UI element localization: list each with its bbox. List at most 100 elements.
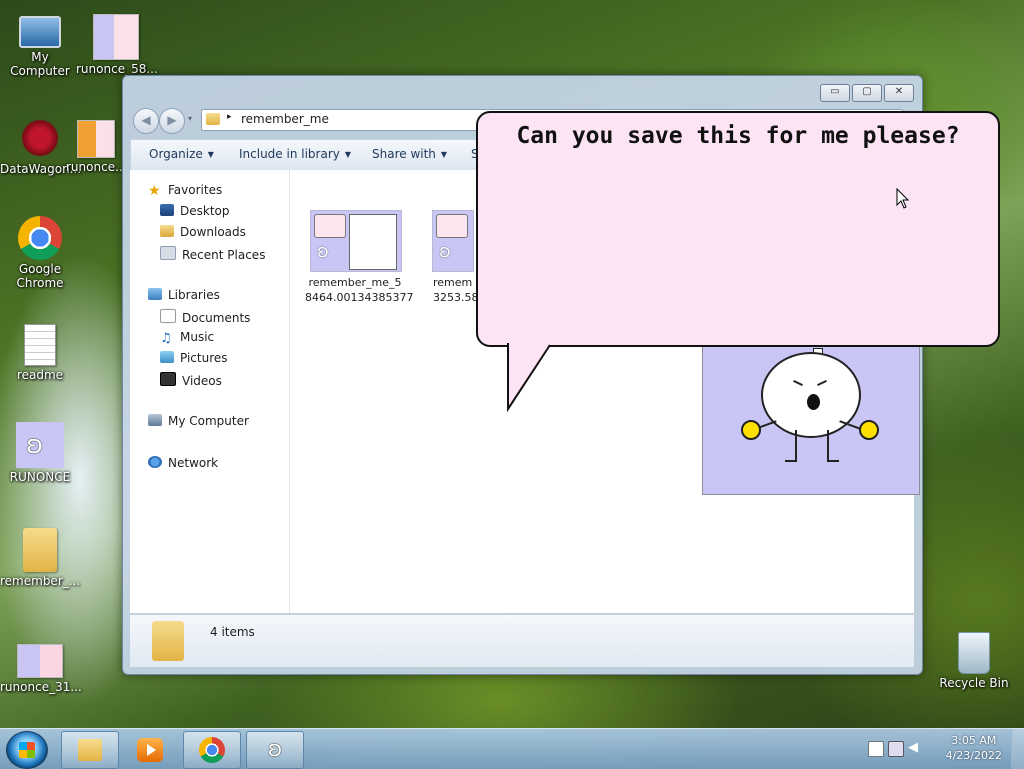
- taskbar-chrome[interactable]: [183, 731, 241, 769]
- chevron-down-icon: ▼: [440, 150, 448, 159]
- start-button[interactable]: [6, 731, 48, 769]
- include-in-library-menu[interactable]: Include in library ▼: [239, 147, 351, 161]
- file-name-line: remember_me_5: [308, 276, 402, 289]
- desktop-icon-label: Google Chrome: [16, 262, 64, 290]
- share-label: Share with: [372, 147, 436, 161]
- navigation-pane: ★ Favorites Desktop Downloads Recent Plac…: [130, 170, 290, 613]
- bunny-icon: ʚ: [267, 737, 283, 762]
- nav-libraries[interactable]: Libraries: [148, 288, 220, 302]
- bunny-leg: [795, 430, 797, 460]
- datawagon-icon: [18, 116, 62, 160]
- desktop-icon-runonce-31[interactable]: runonce_31...: [0, 644, 82, 694]
- nav-item-documents[interactable]: Documents: [160, 309, 250, 325]
- folder-icon: [78, 739, 102, 761]
- taskbar: ʚ ◀ 3:05 AM 4/23/2022: [0, 728, 1024, 769]
- desktop-icon-label: Recycle Bin: [939, 676, 1009, 690]
- share-with-menu[interactable]: Share with ▼: [372, 147, 447, 161]
- nav-label: Recent Places: [182, 248, 266, 262]
- taskbar-media-player[interactable]: [122, 731, 180, 769]
- bunny-app-icon: ʚ: [16, 422, 64, 468]
- bunny-leg: [827, 430, 829, 460]
- recent-pages-dropdown[interactable]: ▾: [188, 114, 192, 123]
- desktop-icon-runonce-58[interactable]: runonce_58...: [76, 14, 158, 76]
- image-file-icon: [17, 644, 63, 678]
- desktop-icon-recycle-bin[interactable]: Recycle Bin: [934, 632, 1014, 690]
- desktop-icon-runonce[interactable]: runonce...: [66, 120, 126, 174]
- action-center-flag-icon[interactable]: [868, 741, 884, 757]
- thumbnail-bubble: [436, 214, 468, 238]
- speech-bubble-tail: [507, 343, 551, 413]
- bunny-foot: [827, 460, 839, 462]
- folder-icon: [23, 528, 57, 572]
- breadcrumb-arrow-icon[interactable]: ▸: [227, 112, 232, 122]
- desktop-icon-runonce-app[interactable]: ʚ RUNONCE: [0, 422, 80, 484]
- chrome-icon: [18, 216, 62, 260]
- media-player-icon: [137, 738, 163, 762]
- desktop-icon-readme[interactable]: readme: [0, 324, 80, 382]
- bunny-character-window[interactable]: [702, 343, 920, 495]
- file-thumbnail[interactable]: ʚ: [432, 210, 474, 272]
- maximize-button[interactable]: ▢: [852, 84, 882, 102]
- bunny-foot: [785, 460, 797, 462]
- nav-item-recent-places[interactable]: Recent Places: [160, 246, 265, 262]
- desktop-icon-remember[interactable]: remember_...: [0, 528, 80, 588]
- desktop-icon-label: RUNONCE: [9, 470, 71, 484]
- desktop-icon-my-computer[interactable]: My Computer: [0, 10, 80, 78]
- close-button[interactable]: ✕: [884, 84, 914, 102]
- nav-item-music[interactable]: ♫ Music: [160, 330, 214, 346]
- nav-label: Network: [168, 456, 219, 470]
- nav-my-computer[interactable]: My Computer: [148, 414, 249, 428]
- nav-label: Favorites: [168, 183, 223, 197]
- documents-icon: [160, 309, 176, 323]
- details-pane: 4 items: [130, 614, 914, 667]
- chevron-down-icon: ▼: [207, 150, 214, 159]
- mouse-cursor-icon: [896, 188, 910, 209]
- nav-label: Videos: [182, 374, 222, 388]
- nav-label: Downloads: [180, 225, 246, 239]
- file-name-line: 8464.00134385377: [305, 291, 414, 304]
- nav-network[interactable]: Network: [148, 456, 218, 470]
- image-file-icon: [77, 120, 115, 158]
- nav-item-downloads[interactable]: Downloads: [160, 225, 246, 239]
- music-icon: ♫: [160, 331, 172, 346]
- desktop-icon-label: runonce_31...: [0, 680, 82, 694]
- speech-bubble: Can you save this for me please?: [476, 111, 1000, 347]
- organize-menu[interactable]: Organize ▼: [149, 147, 214, 161]
- folder-icon: [152, 621, 184, 661]
- star-icon: ★: [148, 183, 161, 199]
- recycle-bin-icon: [958, 632, 990, 674]
- volume-icon[interactable]: ◀: [908, 741, 922, 755]
- nav-item-desktop[interactable]: Desktop: [160, 204, 230, 218]
- nav-favorites[interactable]: ★ Favorites: [148, 183, 222, 199]
- system-tray: ◀ 3:05 AM 4/23/2022: [854, 729, 1024, 769]
- window-controls: ▭ ▢ ✕: [820, 84, 914, 102]
- nav-item-pictures[interactable]: Pictures: [160, 351, 228, 365]
- network-icon[interactable]: [888, 741, 904, 757]
- file-thumbnail[interactable]: ʚ: [310, 210, 402, 272]
- chevron-down-icon: ▼: [344, 150, 352, 159]
- file-name[interactable]: remember_me_5 8464.00134385377: [305, 275, 414, 305]
- minimize-button[interactable]: ▭: [820, 84, 850, 102]
- nav-label: Pictures: [180, 351, 228, 365]
- desktop-icon-label: remember_...: [0, 574, 81, 588]
- back-button[interactable]: ◀: [133, 108, 159, 134]
- desktop-icon: [160, 204, 174, 216]
- bunny-hand: [741, 420, 761, 440]
- thumbnail-paper: [349, 214, 397, 270]
- taskbar-explorer[interactable]: [61, 731, 119, 769]
- organize-label: Organize: [149, 147, 203, 161]
- desktop-icon-google-chrome[interactable]: Google Chrome: [0, 216, 80, 290]
- computer-icon: [19, 16, 61, 48]
- nav-label: My Computer: [168, 414, 249, 428]
- downloads-icon: [160, 225, 174, 237]
- text-document-icon: [24, 324, 56, 366]
- show-desktop-button[interactable]: [1011, 729, 1024, 769]
- bunny-mouth: [807, 394, 820, 410]
- nav-item-videos[interactable]: Videos: [160, 372, 222, 388]
- clock[interactable]: 3:05 AM 4/23/2022: [946, 733, 1002, 763]
- breadcrumb-current[interactable]: remember_me: [241, 112, 329, 126]
- taskbar-runonce[interactable]: ʚ: [246, 731, 304, 769]
- nav-label: Documents: [182, 311, 251, 325]
- forward-button[interactable]: ▶: [159, 108, 185, 134]
- windows-logo-icon: [19, 742, 35, 758]
